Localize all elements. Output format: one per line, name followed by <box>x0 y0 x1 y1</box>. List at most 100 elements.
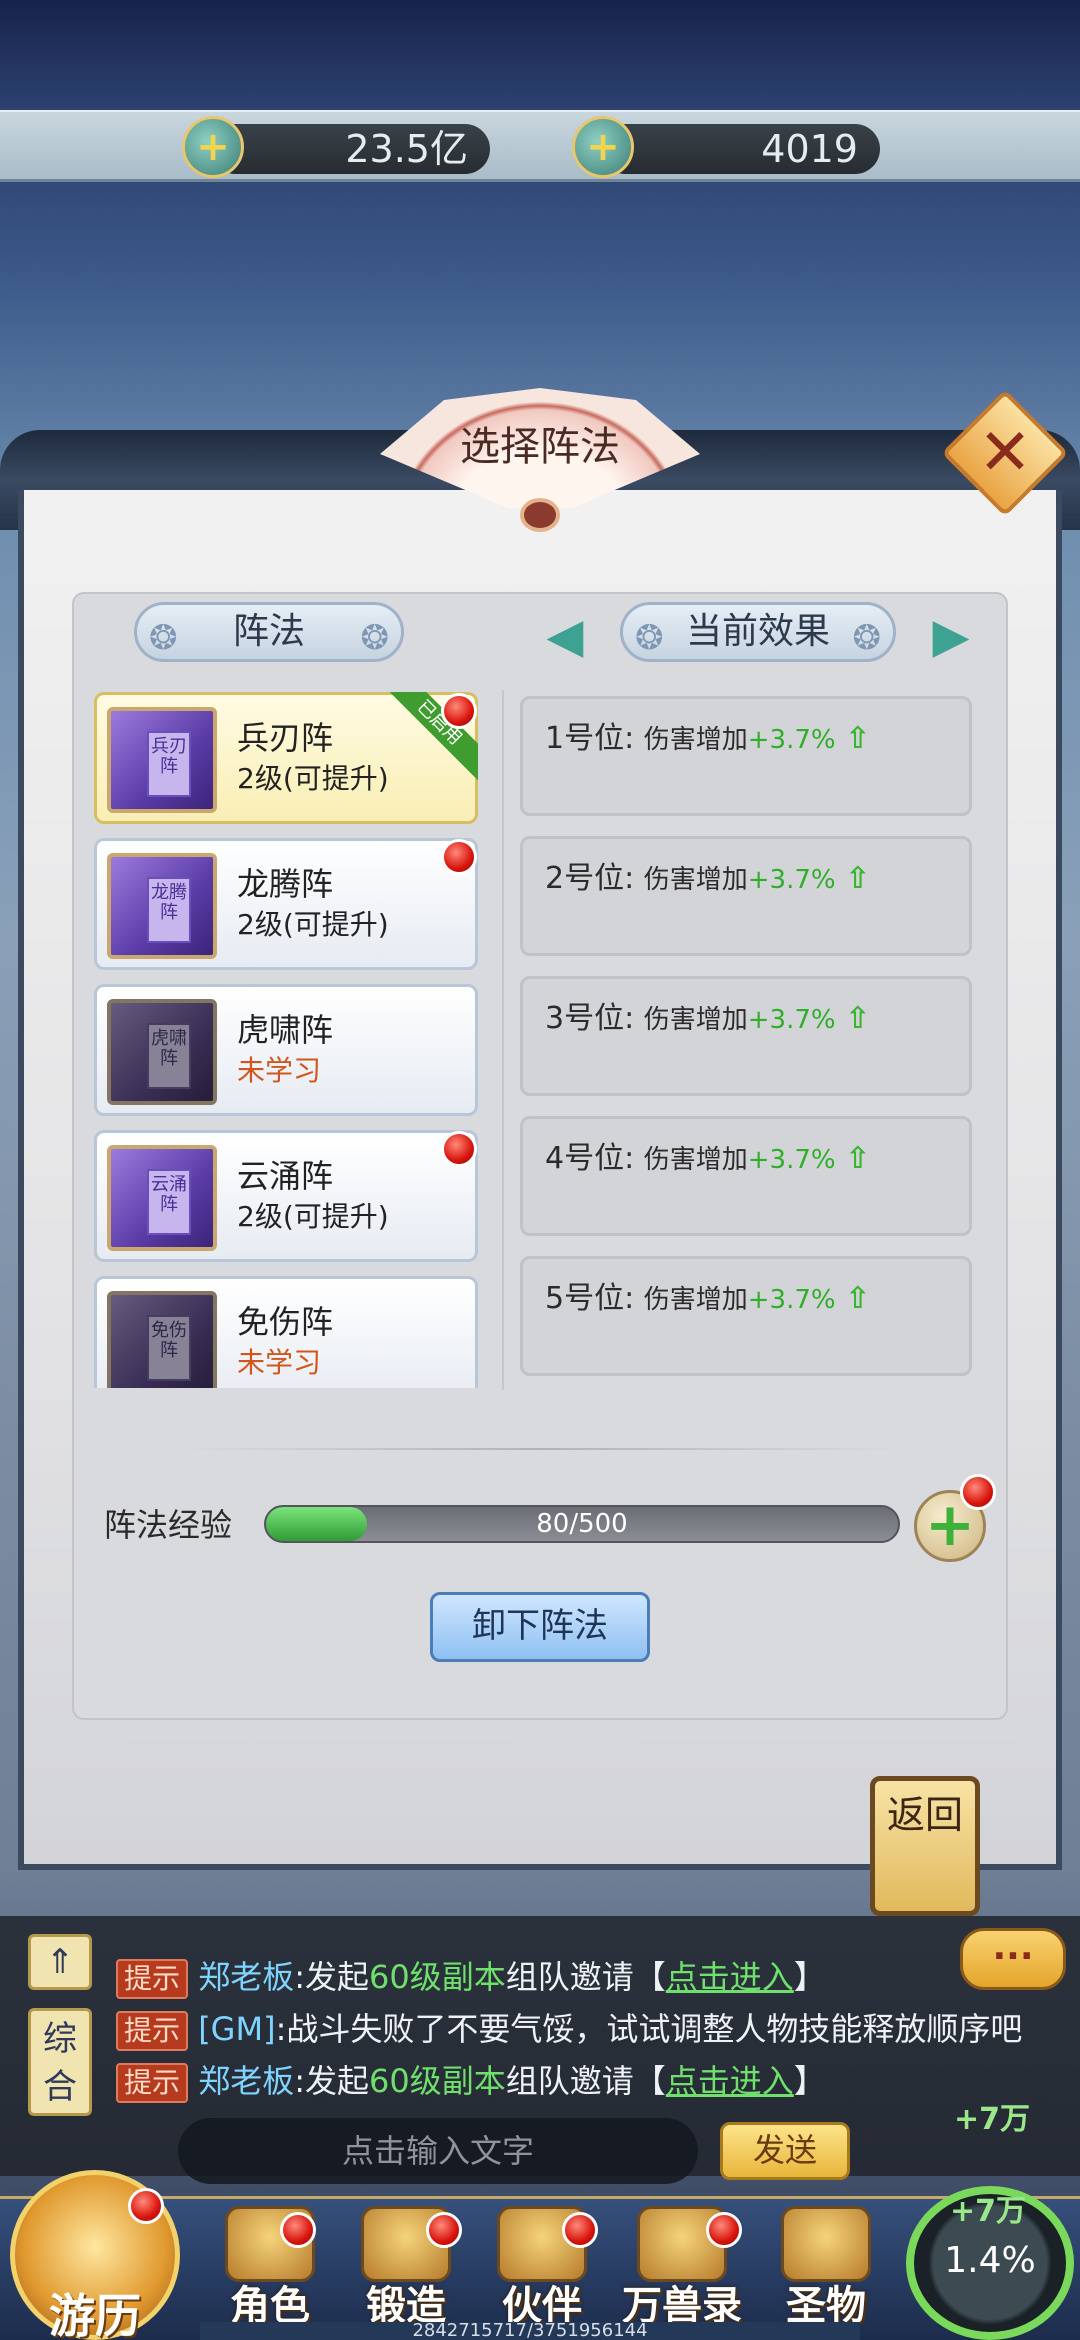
formation-name: 兵刃阵 <box>237 719 334 757</box>
exp-progress-bar: 80/500 <box>264 1505 900 1543</box>
effect-slot-1: 1号位: 伤害增加+3.7% ⇧ <box>520 696 972 816</box>
chat-text: 组队邀请【 <box>505 2062 666 2100</box>
curl-right-icon: ❂ <box>852 618 882 658</box>
formation-level: 2级(可提升) <box>237 762 389 795</box>
chat-text: 】 <box>793 1958 826 1996</box>
effect-slot-2: 2号位: 伤害增加+3.7% ⇧ <box>520 836 972 956</box>
chat-tag: 提示 <box>116 1959 189 1999</box>
effect-row: 4号位: 伤害增加+3.7% ⇧ <box>545 1133 870 1177</box>
nav-role[interactable]: 角色 <box>200 2206 340 2340</box>
formation-card-yunyong[interactable]: 云涌阵 云涌阵 2级(可提升) <box>94 1130 478 1262</box>
book-title: 免伤阵 <box>147 1315 191 1381</box>
book-title: 虎啸阵 <box>147 1023 191 1089</box>
nav-relic[interactable]: 圣物 <box>756 2206 896 2340</box>
chat-join-link[interactable]: 点击进入 <box>666 1958 794 1996</box>
jade-amount: 4019 <box>600 124 880 174</box>
effect-bonus: +3.7% <box>747 1285 836 1315</box>
effect-position: 4号位: <box>545 1141 635 1176</box>
formation-level: 2级(可提升) <box>237 908 389 941</box>
formation-card-longteng[interactable]: 龙腾阵 龙腾阵 2级(可提升) <box>94 838 478 970</box>
exp-label: 阵法经验 <box>104 1506 233 1544</box>
formations-header: ❂ 阵法 ❂ <box>134 602 404 662</box>
exp-counter: 2842715717/3751956144 <box>200 2322 860 2340</box>
effect-name: 伤害增加 <box>643 865 748 895</box>
effect-row: 1号位: 伤害增加+3.7% ⇧ <box>545 713 870 757</box>
effect-position: 3号位: <box>545 1001 635 1036</box>
chat-channel-button[interactable]: 综合 <box>28 2008 92 2116</box>
up-arrow-icon: ⇧ <box>845 861 871 896</box>
gold-value: 23.5亿 <box>345 127 468 171</box>
effect-name: 伤害增加 <box>643 1285 748 1315</box>
jade-add-icon[interactable]: + <box>572 116 634 178</box>
chat-join-link[interactable]: 点击进入 <box>666 2062 794 2100</box>
formation-level: 未学习 <box>237 1054 322 1087</box>
effect-name: 伤害增加 <box>643 1145 748 1175</box>
next-arrow-icon[interactable]: ▶ <box>926 606 976 666</box>
formation-card-huxiao[interactable]: 虎啸阵 虎啸阵 未学习 <box>94 984 478 1116</box>
notification-dot <box>441 839 477 875</box>
effects-header: ❂ 当前效果 ❂ <box>620 602 896 662</box>
notification-dot <box>128 2188 164 2224</box>
notification-dot <box>441 693 477 729</box>
chat-text: :发起 <box>294 2062 369 2100</box>
effect-slot-3: 3号位: 伤害增加+3.7% ⇧ <box>520 976 972 1096</box>
up-arrow-icon: ⇧ <box>845 721 871 756</box>
effect-row: 3号位: 伤害增加+3.7% ⇧ <box>545 993 870 1037</box>
formation-book-icon: 免伤阵 <box>107 1291 217 1388</box>
return-button[interactable]: 返回 <box>870 1776 980 1916</box>
gold-add-icon[interactable]: + <box>182 116 244 178</box>
chat-tag: 提示 <box>116 2011 189 2051</box>
relic-icon <box>781 2206 871 2282</box>
unload-formation-button[interactable]: 卸下阵法 <box>430 1592 650 1662</box>
formation-book-icon: 云涌阵 <box>107 1145 217 1251</box>
formation-name: 龙腾阵 <box>237 865 334 903</box>
close-icon[interactable]: ✕ <box>960 408 1050 498</box>
chat-input[interactable]: 点击输入文字 <box>178 2118 698 2184</box>
formation-card-mianshang[interactable]: 免伤阵 免伤阵 未学习 <box>94 1276 478 1388</box>
formation-book-icon: 龙腾阵 <box>107 853 217 959</box>
formation-card-bingren[interactable]: 兵刃阵 兵刃阵 2级(可提升) 已启用 <box>94 692 478 824</box>
chat-channel-label: 综合 <box>43 2019 77 2107</box>
curl-right-icon: ❂ <box>360 618 390 658</box>
effect-bonus: +3.7% <box>747 865 836 895</box>
book-title: 兵刃阵 <box>147 731 191 797</box>
nav-explore-label[interactable]: 游历 <box>20 2280 170 2340</box>
chat-line: 提示 [GM]:战斗失败了不要气馁，试试调整人物技能释放顺序吧 <box>116 2004 1022 2051</box>
chat-line: 提示 郑老板:发起60级副本组队邀请【点击进入】 <box>116 1952 826 1999</box>
effect-row: 2号位: 伤害增加+3.7% ⇧ <box>545 853 870 897</box>
chat-text: 】 <box>793 2062 826 2100</box>
formation-book-icon: 虎啸阵 <box>107 999 217 1105</box>
chat-sender[interactable]: 郑老板 <box>198 2062 294 2100</box>
chat-sender[interactable]: 郑老板 <box>198 1958 294 1996</box>
formation-list[interactable]: 兵刃阵 兵刃阵 2级(可提升) 已启用 龙腾阵 龙腾阵 2级(可提升) 虎啸阵 … <box>94 692 478 1388</box>
exp-value: 80/500 <box>536 1509 628 1539</box>
dialog-title: 选择阵法 <box>460 424 620 470</box>
curl-left-icon: ❂ <box>635 618 664 658</box>
gain-popup: +7万 <box>954 2102 1031 2137</box>
chat-text: 组队邀请【 <box>505 1958 666 1996</box>
formation-name: 云涌阵 <box>237 1157 334 1195</box>
formations-header-label: 阵法 <box>232 611 305 652</box>
prev-arrow-icon[interactable]: ◀ <box>540 606 590 666</box>
notification-dot <box>706 2212 742 2248</box>
effect-bonus: +3.7% <box>747 1005 836 1035</box>
chat-sender[interactable]: [GM] <box>198 2010 275 2048</box>
notification-dot <box>426 2212 462 2248</box>
effect-position: 5号位: <box>545 1281 635 1316</box>
formation-level: 2级(可提升) <box>237 1200 389 1233</box>
notification-dot <box>441 1131 477 1167</box>
currency-bar: 23.5亿 + 4019 + <box>0 110 1080 182</box>
gain-popup: +7万 <box>950 2194 1027 2229</box>
send-button[interactable]: 发送 <box>720 2122 850 2180</box>
notification-dot <box>562 2212 598 2248</box>
notification-dot <box>960 1474 996 1510</box>
up-arrow-icon: ⇧ <box>845 1281 871 1316</box>
chat-text: :战斗失败了不要气馁，试试调整人物技能释放顺序吧 <box>275 2010 1023 2048</box>
formation-name: 免伤阵 <box>237 1303 334 1341</box>
fan-knob <box>520 498 560 532</box>
chat-bubble-icon[interactable]: ··· <box>960 1928 1066 1990</box>
collapse-chat-button[interactable]: ⇑ <box>28 1934 92 1990</box>
chat-tag: 提示 <box>116 2063 189 2103</box>
effect-name: 伤害增加 <box>643 725 748 755</box>
formation-name: 虎啸阵 <box>237 1011 334 1049</box>
